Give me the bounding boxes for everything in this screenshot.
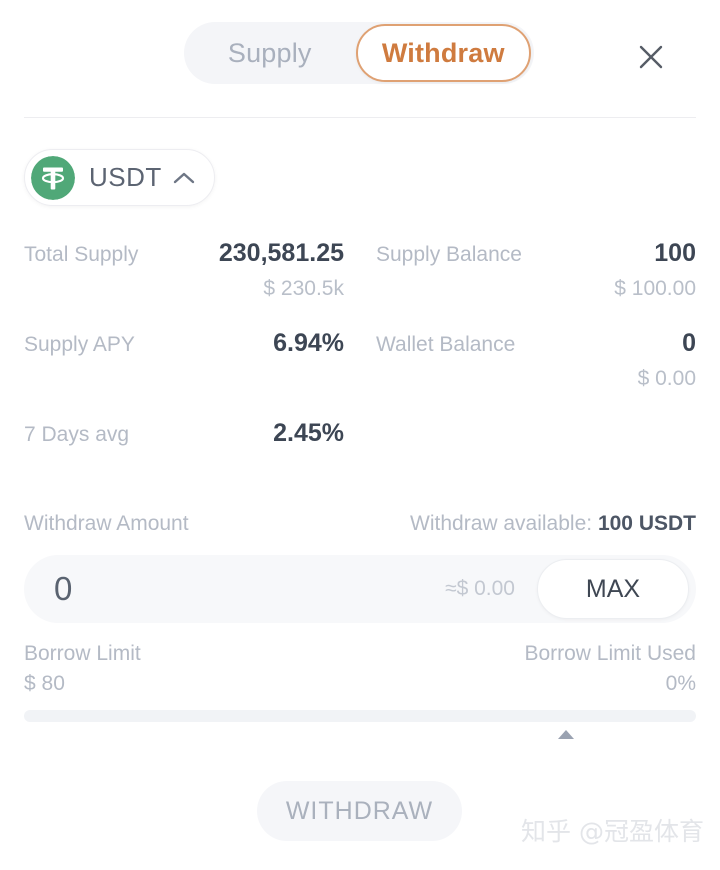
borrow-limit-progress xyxy=(24,710,696,722)
token-symbol: USDT xyxy=(89,162,162,192)
stat-supply-apy: Supply APY 6.94% xyxy=(24,328,344,418)
max-button[interactable]: MAX xyxy=(537,559,689,619)
stat-subvalue: $ 230.5k xyxy=(263,277,344,300)
stat-label: Wallet Balance xyxy=(376,333,516,356)
withdraw-submit-button[interactable]: WITHDRAW xyxy=(257,781,462,841)
stat-value: 0 xyxy=(682,329,696,357)
usd-equivalent: ≈$ 0.00 xyxy=(445,577,515,600)
withdraw-available: Withdraw available: 100 USDT xyxy=(410,512,696,536)
stat-label: 7 Days avg xyxy=(24,423,130,446)
tab-switcher: Supply Withdraw xyxy=(184,22,534,84)
tether-logo-icon xyxy=(31,155,75,200)
modal-header: Supply Withdraw xyxy=(0,0,720,118)
close-button[interactable] xyxy=(630,36,672,78)
stat-value: 230,581.25 xyxy=(218,239,344,267)
stat-label: Supply Balance xyxy=(376,243,522,266)
withdraw-amount-input[interactable] xyxy=(24,570,404,608)
stats-grid: Total Supply 230,581.25 $ 230.5k Supply … xyxy=(24,238,696,508)
stat-7-days-avg: 7 Days avg 2.45% xyxy=(24,418,344,508)
stat-value: 6.94% xyxy=(273,329,344,357)
borrow-used-value: 0% xyxy=(665,672,696,695)
stat-value: 100 xyxy=(654,239,696,267)
stat-label: Total Supply xyxy=(24,243,139,266)
stat-total-supply: Total Supply 230,581.25 $ 230.5k xyxy=(24,238,344,328)
withdraw-modal: Supply Withdraw USDT Total Supply 230,58… xyxy=(0,0,720,870)
stat-subvalue: $ 100.00 xyxy=(614,277,696,300)
token-selector[interactable]: USDT xyxy=(24,149,215,206)
stat-label: Supply APY xyxy=(24,333,135,356)
borrow-limit-value: $ 80 xyxy=(24,672,65,695)
available-value: 100 USDT xyxy=(597,512,696,535)
amount-input-row: ≈$ 0.00 MAX xyxy=(24,555,696,623)
header-divider xyxy=(24,117,696,118)
borrow-limit-label: Borrow Limit xyxy=(24,642,141,665)
amount-label: Withdraw Amount xyxy=(24,512,189,535)
available-label: Withdraw available: xyxy=(410,512,593,535)
watermark: 知乎 @冠盈体育 xyxy=(521,817,704,846)
stat-subvalue: $ 0.00 xyxy=(637,367,696,390)
stat-value: 2.45% xyxy=(273,419,344,447)
chevron-up-icon xyxy=(172,170,196,186)
tab-supply[interactable]: Supply xyxy=(184,22,356,84)
stat-spacer xyxy=(376,418,696,508)
borrow-used-group: Borrow Limit Used 0% xyxy=(524,639,696,699)
borrow-limit-group: Borrow Limit $ 80 xyxy=(24,639,141,699)
progress-marker-triangle-icon xyxy=(558,730,574,739)
stat-wallet-balance: Wallet Balance 0 $ 0.00 xyxy=(376,328,696,418)
borrow-limit-row: Borrow Limit $ 80 Borrow Limit Used 0% xyxy=(24,639,696,699)
amount-header: Withdraw Amount Withdraw available: 100 … xyxy=(24,512,696,536)
tab-withdraw[interactable]: Withdraw xyxy=(355,24,531,82)
stat-supply-balance: Supply Balance 100 $ 100.00 xyxy=(376,238,696,328)
borrow-used-label: Borrow Limit Used xyxy=(524,642,696,665)
close-icon xyxy=(639,45,663,69)
